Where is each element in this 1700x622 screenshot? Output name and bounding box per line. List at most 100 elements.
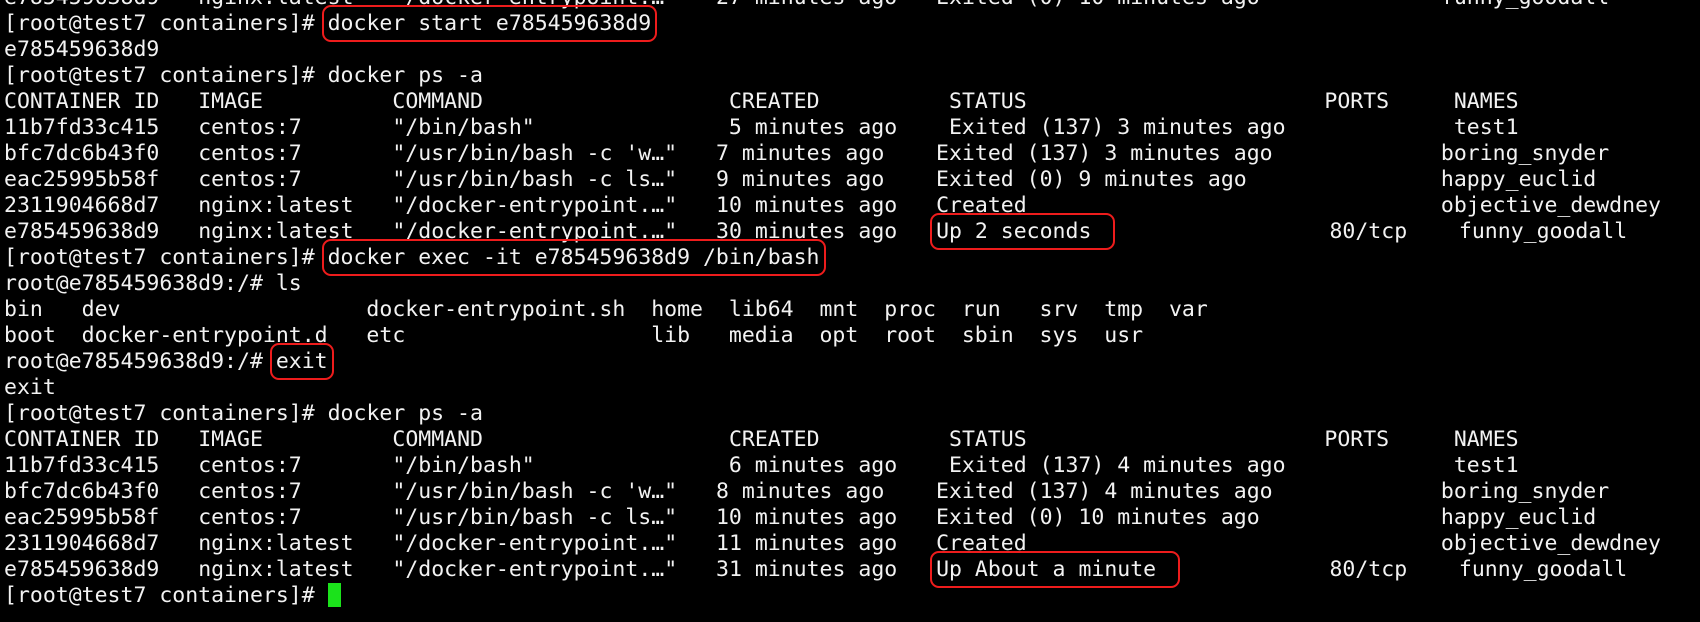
cell-names: test1 xyxy=(1453,453,1519,478)
shell-prompt: [root@test7 containers]# xyxy=(4,63,328,88)
cell-command: "/bin/bash" xyxy=(392,453,535,478)
cell-command: "/bin/bash" xyxy=(392,115,535,140)
cell-created: 10 minutes ago xyxy=(716,193,898,218)
cell-created: 5 minutes ago xyxy=(728,115,898,140)
cell-image: centos:7 xyxy=(198,479,302,504)
cell-command: "/usr/bin/bash -c 'w…" xyxy=(392,141,678,166)
cell-container-id: e785459638d9 xyxy=(4,0,159,10)
prompt-line: root@e785459638d9:/# ls xyxy=(4,271,1661,297)
cell-command: COMMAND xyxy=(392,427,483,452)
cell-names: NAMES xyxy=(1453,427,1519,452)
output-line: bin dev docker-entrypoint.sh home lib64 … xyxy=(4,297,1661,323)
terminal-output[interactable]: e785459638d9 nginx:latest "/docker-entry… xyxy=(4,0,1661,609)
table-row: bfc7dc6b43f0 centos:7 "/usr/bin/bash -c … xyxy=(4,141,1661,167)
command-text: docker start e785459638d9 xyxy=(321,5,658,42)
shell-prompt: [root@test7 containers]# xyxy=(4,11,328,36)
output-line: e785459638d9 xyxy=(4,37,1661,63)
table-row: 2311904668d7 nginx:latest "/docker-entry… xyxy=(4,193,1661,219)
cell-names: happy_euclid xyxy=(1440,505,1597,530)
cell-names: funny_goodall xyxy=(1441,0,1609,10)
cell-image: nginx:latest xyxy=(198,531,354,556)
cell-container-id: 11b7fd33c415 xyxy=(4,453,160,478)
cell-ports: 80/tcp xyxy=(1329,557,1408,582)
cell-image: centos:7 xyxy=(198,141,302,166)
cell-names: objective_dewdney xyxy=(1440,193,1661,218)
table-row: bfc7dc6b43f0 centos:7 "/usr/bin/bash -c … xyxy=(4,479,1661,505)
output-text: exit xyxy=(4,375,56,400)
cell-container-id: eac25995b58f xyxy=(4,167,160,192)
cell-image: nginx:latest xyxy=(198,0,353,10)
cell-names: NAMES xyxy=(1453,89,1519,114)
cell-image: centos:7 xyxy=(198,453,302,478)
prompt-line: [root@test7 containers]# docker start e7… xyxy=(4,5,1661,42)
cell-status: Exited (137) 3 minutes ago xyxy=(948,115,1286,140)
cell-command: "/docker-entrypoint.…" xyxy=(392,557,678,582)
cell-status: Exited (0) 10 minutes ago xyxy=(936,505,1260,530)
cell-created: CREATED xyxy=(728,427,820,452)
cell-status: Created xyxy=(936,531,1027,556)
table-row: e785459638d9 nginx:latest "/docker-entry… xyxy=(4,213,1661,250)
cell-container-id: 2311904668d7 xyxy=(4,531,160,556)
cell-created: 10 minutes ago xyxy=(715,505,898,530)
table-header: CONTAINER ID IMAGE COMMAND CREATED STATU… xyxy=(4,89,1661,115)
cell-created: 9 minutes ago xyxy=(715,167,885,192)
command-text: docker exec -it e785459638d9 /bin/bash xyxy=(321,239,826,276)
command-text: exit xyxy=(269,343,334,380)
cell-ports: 80/tcp xyxy=(1329,219,1408,244)
cell-created: 7 minutes ago xyxy=(715,141,885,166)
shell-prompt: [root@test7 containers]# xyxy=(4,583,328,608)
table-row: e785459638d9 nginx:latest "/docker-entry… xyxy=(4,551,1661,588)
cell-image: nginx:latest xyxy=(198,557,354,582)
cell-image: IMAGE xyxy=(198,427,263,452)
cell-container-id: bfc7dc6b43f0 xyxy=(4,479,160,504)
cell-container-id: 2311904668d7 xyxy=(4,193,160,218)
cell-image: centos:7 xyxy=(198,505,302,530)
shell-prompt: root@e785459638d9:/# xyxy=(4,271,276,296)
cell-container-id: e785459638d9 xyxy=(4,219,160,244)
cell-command: "/docker-entrypoint.…" xyxy=(392,219,678,244)
cell-container-id: e785459638d9 xyxy=(4,557,160,582)
cell-status: Exited (137) 4 minutes ago xyxy=(936,479,1273,504)
cell-container-id: eac25995b58f xyxy=(4,505,160,530)
cell-status: Exited (0) 9 minutes ago xyxy=(936,167,1247,192)
prompt-line: [root@test7 containers]# docker ps -a xyxy=(4,401,1661,427)
table-header: CONTAINER ID IMAGE COMMAND CREATED STATU… xyxy=(4,427,1661,453)
cell-status: STATUS xyxy=(949,89,1027,114)
cell-created: 6 minutes ago xyxy=(728,453,898,478)
cursor[interactable] xyxy=(327,583,341,607)
cell-names: test1 xyxy=(1453,115,1519,140)
prompt-line: [root@test7 containers]# docker exec -it… xyxy=(4,239,1661,276)
prompt-line: root@e785459638d9:/# exit xyxy=(4,343,1661,380)
cell-command: "/docker-entrypoint.…" xyxy=(392,0,677,10)
cell-image: IMAGE xyxy=(198,89,263,114)
cell-command: "/docker-entrypoint.…" xyxy=(392,193,678,218)
table-row: e785459638d9 nginx:latest "/docker-entry… xyxy=(4,0,1661,11)
cell-command: "/usr/bin/bash -c 'w…" xyxy=(392,479,678,504)
cell-created: 31 minutes ago xyxy=(716,557,898,582)
shell-prompt: root@e785459638d9:/# xyxy=(4,349,276,374)
output-line: exit xyxy=(4,375,1661,401)
cell-names: funny_goodall xyxy=(1458,219,1628,244)
cell-image: centos:7 xyxy=(198,115,302,140)
cell-names: funny_goodall xyxy=(1458,557,1628,582)
cell-status: Exited (0) 10 minutes ago xyxy=(936,0,1260,10)
table-row: eac25995b58f centos:7 "/usr/bin/bash -c … xyxy=(4,505,1661,531)
cell-command: "/docker-entrypoint.…" xyxy=(392,531,678,556)
table-row: 11b7fd33c415 centos:7 "/bin/bash" 6 minu… xyxy=(4,453,1661,479)
cell-command: "/usr/bin/bash -c ls…" xyxy=(392,167,678,192)
cell-names: objective_dewdney xyxy=(1440,531,1661,556)
cell-container-id: bfc7dc6b43f0 xyxy=(4,141,160,166)
cell-status: Created xyxy=(936,193,1027,218)
cell-names: boring_snyder xyxy=(1440,141,1610,166)
output-line: boot docker-entrypoint.d etc lib media o… xyxy=(4,323,1661,349)
cell-created: 30 minutes ago xyxy=(716,219,898,244)
cell-command: "/usr/bin/bash -c ls…" xyxy=(392,505,678,530)
command-text: docker ps -a xyxy=(327,401,483,426)
cell-created: 11 minutes ago xyxy=(716,531,898,556)
cell-image: nginx:latest xyxy=(198,193,354,218)
command-text: docker ps -a xyxy=(327,63,483,88)
cell-status: Exited (137) 4 minutes ago xyxy=(948,453,1286,478)
prompt-line: [root@test7 containers]# docker ps -a xyxy=(4,63,1661,89)
cell-created: 8 minutes ago xyxy=(715,479,885,504)
shell-prompt: [root@test7 containers]# xyxy=(4,245,328,270)
